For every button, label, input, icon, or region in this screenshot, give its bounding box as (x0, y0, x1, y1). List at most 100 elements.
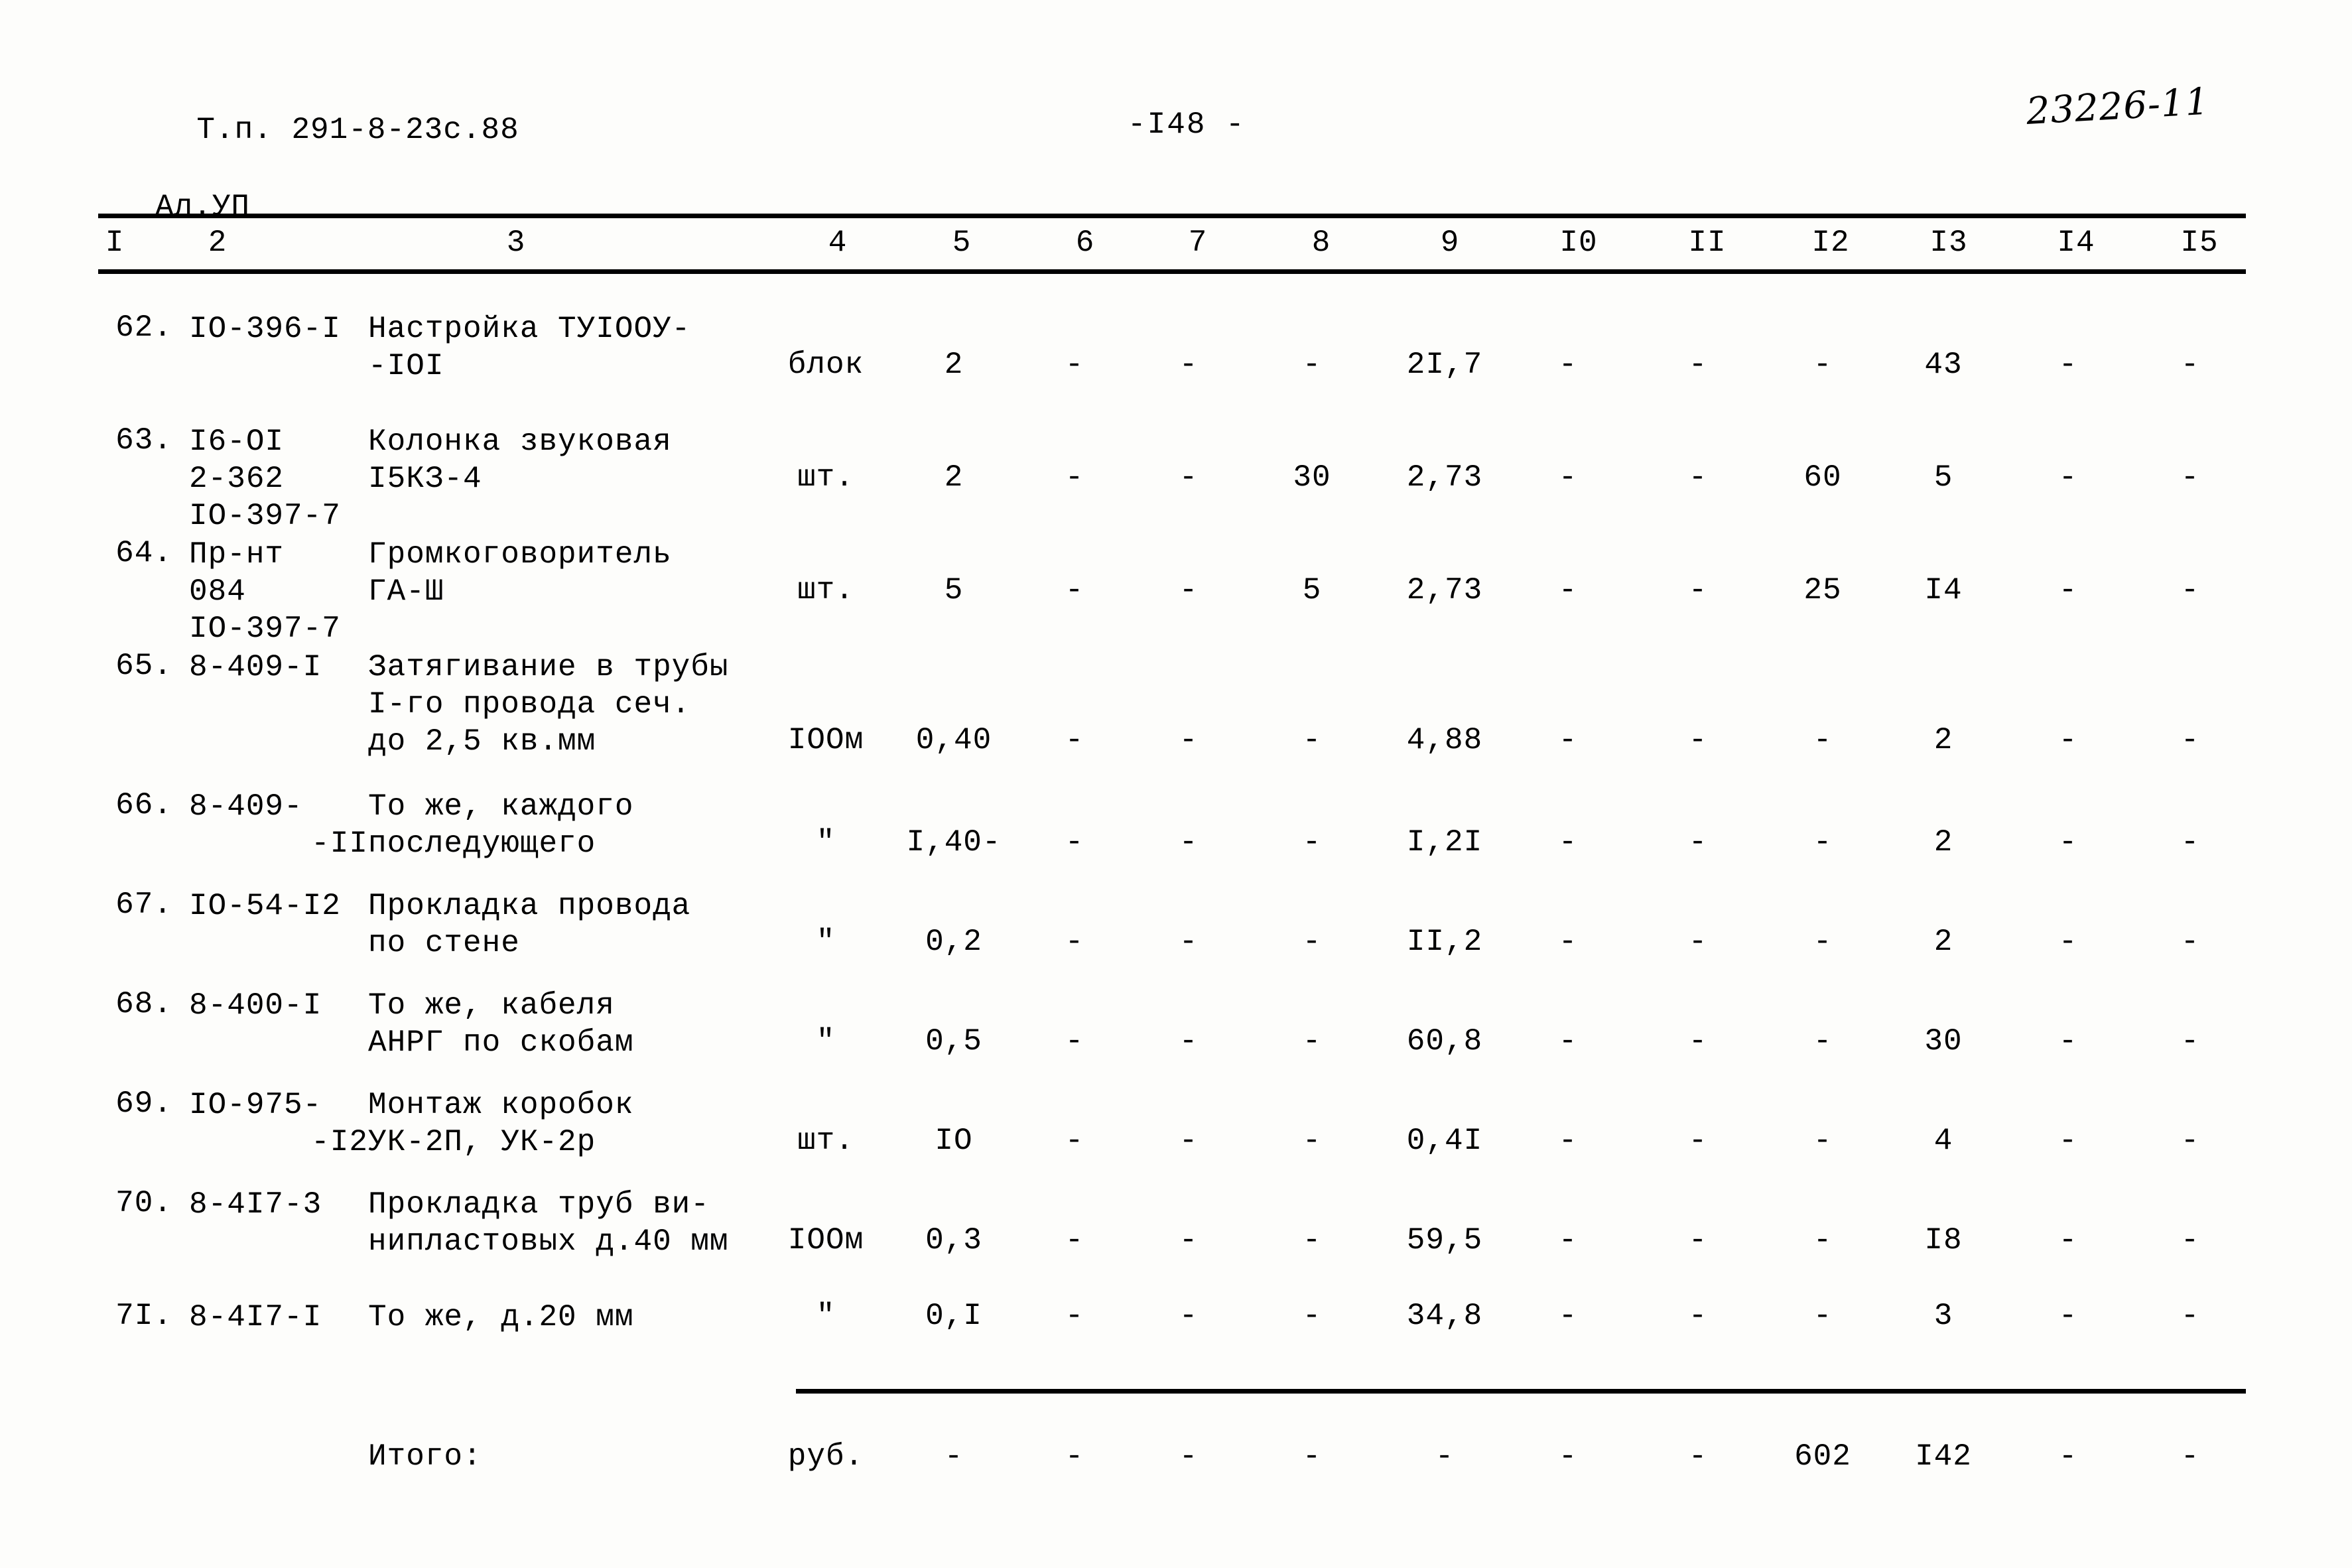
column-header-5: 5 (952, 226, 972, 260)
row-norm-code: IO-975- -I2 (189, 1086, 368, 1161)
row-value-col-12: - (1813, 1124, 1833, 1158)
row-value-col-5: I,40- (906, 825, 1002, 860)
row-value-col-5: 0,2 (925, 925, 982, 959)
row-value-col-10: - (1558, 573, 1578, 608)
row-norm-code-line: 2-362 (189, 462, 285, 497)
row-value-col-8: 5 (1302, 573, 1322, 608)
row-value-col-15: - (2180, 825, 2200, 860)
row-value-col-15: - (2180, 1299, 2200, 1333)
row-value-col-12: - (1813, 348, 1833, 382)
row-work-description: То же, каждого последующего (368, 788, 806, 862)
row-value-col-5: 0,3 (925, 1223, 982, 1258)
row-value-col-5: 0,40 (915, 723, 992, 757)
row-work-description-line: Колонка звуковая (368, 425, 672, 459)
column-header-15: I5 (2180, 226, 2219, 260)
document-code-line-2: Ал.УП (155, 189, 251, 224)
row-value-col-5: 2 (944, 460, 964, 495)
row-value-col-14: - (2058, 1024, 2078, 1059)
row-value-col-10: - (1558, 1223, 1578, 1258)
row-value-col-12: 60 (1803, 460, 1842, 495)
row-value-col-5: 0,I (925, 1299, 982, 1333)
row-value-col-15: - (2180, 1024, 2200, 1059)
row-work-description-line: -IОI (368, 349, 444, 384)
row-value-col-9: 34,8 (1406, 1299, 1483, 1333)
row-value-col-14: - (2058, 573, 2078, 608)
row-unit: блок (787, 348, 864, 382)
column-header-7: 7 (1188, 226, 1208, 260)
row-value-col-6: - (1065, 925, 1084, 959)
row-work-description-line: до 2,5 кв.мм (368, 724, 596, 759)
row-work-description-line: нипластовых д.40 мм (368, 1224, 729, 1260)
column-header-13: I3 (1929, 226, 1968, 260)
row-value-col-12: 25 (1803, 573, 1842, 608)
row-value-col-7: - (1179, 573, 1199, 608)
row-work-description: Прокладка труб ви-нипластовых д.40 мм (368, 1186, 806, 1260)
total-label: Итого: (368, 1439, 482, 1474)
row-work-description-line: То же, кабеля (368, 988, 615, 1023)
row-work-description-line: ГА-Ш (368, 574, 444, 610)
row-value-col-13: I4 (1924, 573, 1963, 608)
row-value-col-10: - (1558, 1024, 1578, 1059)
row-value-col-5: IO (935, 1124, 973, 1158)
row-item-number: 63. (115, 423, 172, 458)
row-value-col-8: - (1302, 825, 1322, 860)
row-value-col-5: 0,5 (925, 1024, 982, 1059)
row-value-col-9: 60,8 (1406, 1024, 1483, 1059)
row-unit: шт. (797, 1124, 854, 1158)
row-value-col-14: - (2058, 723, 2078, 757)
row-norm-code-line: IO-396-I (189, 312, 341, 346)
row-value-col-7: - (1179, 723, 1199, 757)
row-norm-code: IO-54-I2 (189, 887, 368, 925)
row-value-col-7: - (1179, 1124, 1199, 1158)
row-value-col-7: - (1179, 1299, 1199, 1333)
total-value-col-11: - (1688, 1439, 1708, 1474)
row-norm-code-line: IO-975- (189, 1088, 322, 1122)
row-value-col-11: - (1688, 348, 1708, 382)
row-value-col-14: - (2058, 925, 2078, 959)
column-header-1: I (105, 226, 125, 260)
row-value-col-10: - (1558, 1299, 1578, 1333)
row-value-col-14: - (2058, 1223, 2078, 1258)
total-value-col-12: 602 (1794, 1439, 1851, 1474)
row-value-col-8: - (1302, 348, 1322, 382)
row-work-description-line: Прокладка труб ви- (368, 1187, 710, 1222)
row-value-col-12: - (1813, 1024, 1833, 1059)
row-value-col-7: - (1179, 460, 1199, 495)
row-value-col-12: - (1813, 825, 1833, 860)
row-item-number: 62. (115, 310, 172, 345)
row-work-description-line: I5КЗ-4 (368, 462, 482, 497)
row-norm-code-line: -II (311, 826, 368, 862)
row-value-col-12: - (1813, 1299, 1833, 1333)
row-value-col-9: I,2I (1406, 825, 1483, 860)
row-value-col-15: - (2180, 460, 2200, 495)
row-norm-code-line: 8-400-I (189, 988, 322, 1023)
row-value-col-11: - (1688, 1024, 1708, 1059)
row-norm-code-line: 8-409-I (189, 650, 322, 685)
row-value-col-5: 5 (944, 573, 964, 608)
row-work-description-line: I-го провода сеч. (368, 687, 691, 722)
column-header-3: 3 (506, 226, 526, 260)
row-norm-code: Пр-нт 084 IO-397-7 (189, 536, 368, 647)
row-norm-code-line: I6-OI (189, 425, 285, 459)
row-work-description: Прокладка провода по стене (368, 887, 806, 962)
row-work-description-line: Затягивание в трубы (368, 650, 729, 685)
row-norm-code: IO-396-I (189, 310, 368, 348)
row-value-col-10: - (1558, 1124, 1578, 1158)
row-value-col-13: 30 (1924, 1024, 1963, 1059)
row-norm-code-line: 8-4I7-I (189, 1300, 322, 1335)
row-value-col-15: - (2180, 1223, 2200, 1258)
row-value-col-11: - (1688, 1223, 1708, 1258)
row-value-col-13: 43 (1924, 348, 1963, 382)
row-value-col-8: 30 (1293, 460, 1331, 495)
row-value-col-14: - (2058, 1124, 2078, 1158)
handwritten-archive-number: 23226-11 (2025, 80, 2211, 133)
row-value-col-13: 2 (1933, 723, 1953, 757)
column-header-6: 6 (1075, 226, 1095, 260)
row-value-col-9: 59,5 (1406, 1223, 1483, 1258)
row-value-col-6: - (1065, 460, 1084, 495)
row-unit: IOOм (787, 1223, 864, 1258)
row-work-description-line: То же, д.20 мм (368, 1300, 634, 1335)
row-value-col-10: - (1558, 723, 1578, 757)
total-value-col-6: - (1065, 1439, 1084, 1474)
row-work-description-line: Прокладка провода (368, 889, 691, 923)
